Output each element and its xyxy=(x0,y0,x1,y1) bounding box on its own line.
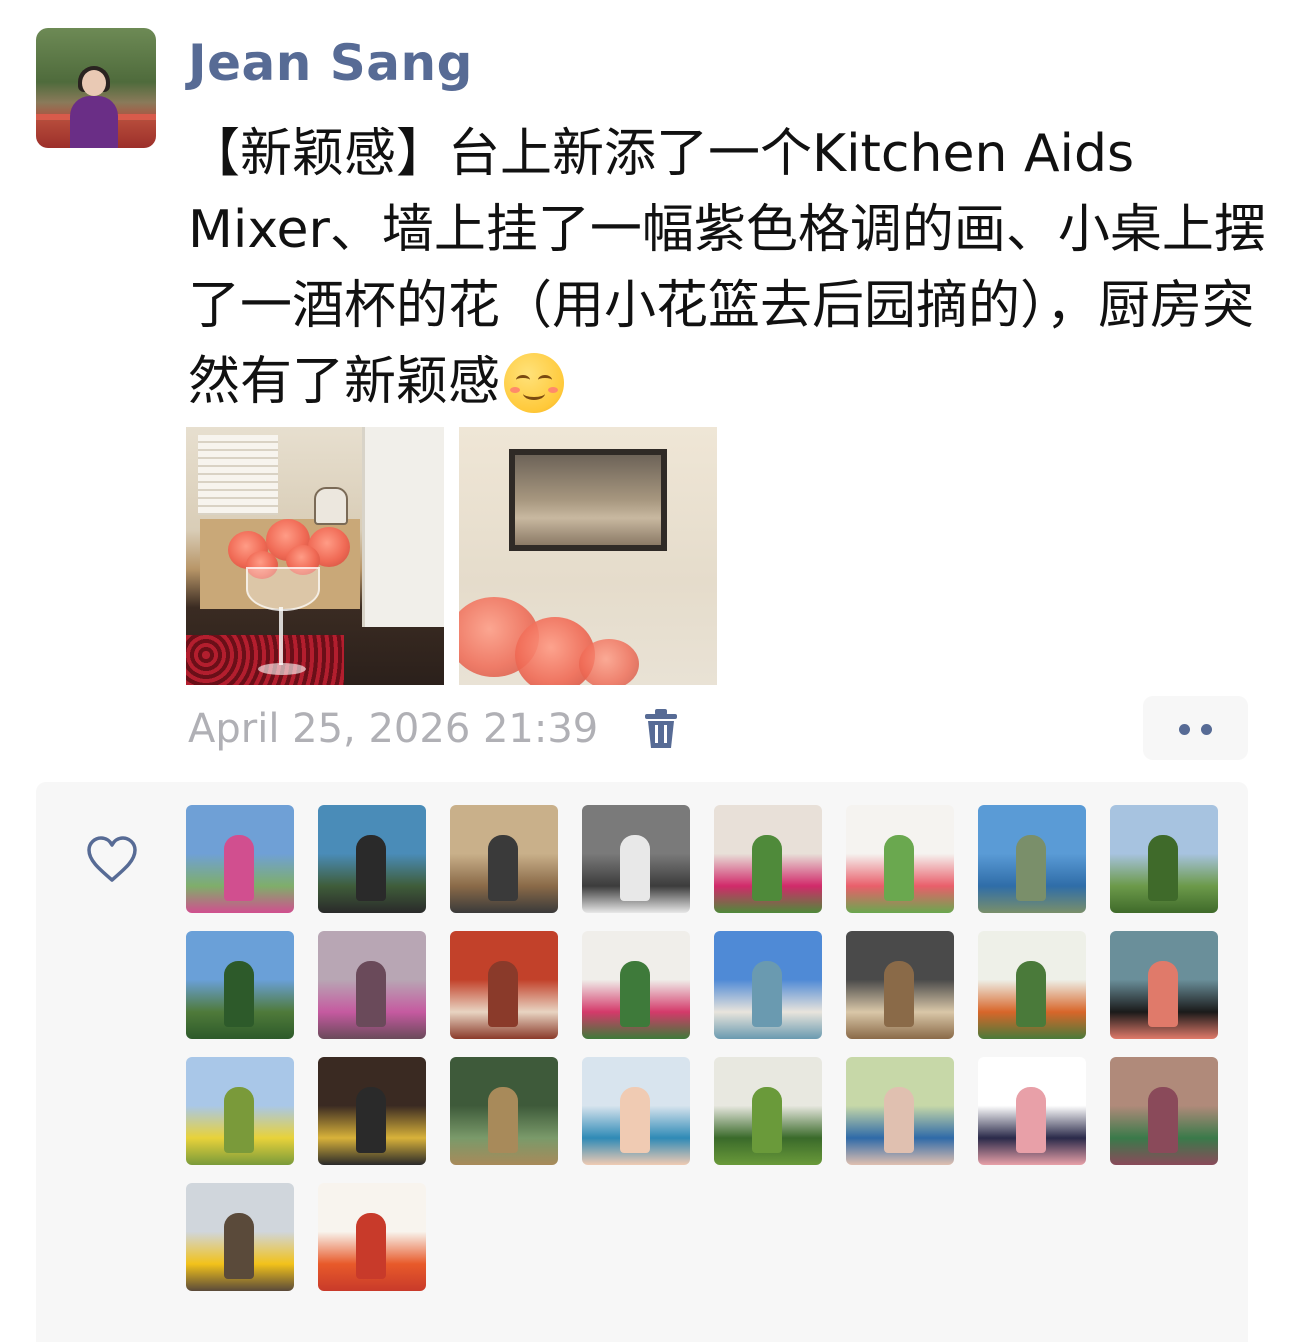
liker-figure xyxy=(752,835,782,901)
liker-figure xyxy=(224,961,254,1027)
liker-figure xyxy=(224,1087,254,1153)
liker-figure xyxy=(620,1087,650,1153)
liker-avatar-ballet-dancer[interactable] xyxy=(582,805,690,913)
liker-avatar-coastal-road[interactable] xyxy=(978,805,1086,913)
liker-figure xyxy=(1148,835,1178,901)
liker-avatar-lake-house-portrait[interactable] xyxy=(186,805,294,913)
liker-figure xyxy=(356,1213,386,1279)
trash-icon[interactable] xyxy=(644,708,678,750)
post-text: 【新颖感】台上新添了一个Kitchen Aids Mixer、墙上挂了一幅紫色格… xyxy=(188,116,1268,420)
liker-avatar-woman-yellow-jacket[interactable] xyxy=(186,1183,294,1291)
liker-avatar-lakeside-woman-portrait[interactable] xyxy=(318,805,426,913)
liker-avatar-woman-green-top-blossoms[interactable] xyxy=(1110,1057,1218,1165)
liker-figure xyxy=(752,1087,782,1153)
liker-avatar-pink-hibiscus[interactable] xyxy=(714,805,822,913)
liker-figure xyxy=(884,835,914,901)
author-avatar[interactable] xyxy=(36,28,156,148)
liker-figure xyxy=(1016,961,1046,1027)
liker-avatar-woman-blue-hat[interactable] xyxy=(846,1057,954,1165)
liker-avatar-park-path[interactable] xyxy=(1110,805,1218,913)
liker-figure xyxy=(488,961,518,1027)
liker-avatar-dinner-table[interactable] xyxy=(846,931,954,1039)
liker-figure xyxy=(884,961,914,1027)
liker-figure xyxy=(1016,835,1046,901)
liker-avatar-woman-blue-portrait[interactable] xyxy=(582,1057,690,1165)
liker-figure xyxy=(356,835,386,901)
liker-figure xyxy=(1148,1087,1178,1153)
liker-figure xyxy=(224,1213,254,1279)
liker-figure xyxy=(1016,1087,1046,1153)
more-dots-icon[interactable] xyxy=(1143,696,1248,760)
post-photo-2[interactable] xyxy=(459,427,717,685)
liker-figure xyxy=(224,835,254,901)
liker-figure xyxy=(620,961,650,1027)
liker-avatar-magnolia-blossoms[interactable] xyxy=(318,931,426,1039)
liker-avatar-green-field-sky[interactable] xyxy=(186,931,294,1039)
liker-figure xyxy=(356,1087,386,1153)
liker-avatar-potted-pink-flowers[interactable] xyxy=(582,931,690,1039)
liker-avatar-canola-field-woman[interactable] xyxy=(186,1057,294,1165)
liker-figure xyxy=(884,1087,914,1153)
heart-icon[interactable] xyxy=(86,834,138,884)
smiling-face-icon xyxy=(504,353,565,413)
liker-figure xyxy=(356,961,386,1027)
liker-figure xyxy=(752,961,782,1027)
liker-figure xyxy=(1148,961,1178,1027)
liker-avatar-stone-archway[interactable] xyxy=(450,805,558,913)
liker-avatar-man-with-beer[interactable] xyxy=(318,1057,426,1165)
liker-avatar-black-cat-flowers[interactable] xyxy=(1110,931,1218,1039)
liker-avatar-houseplant[interactable] xyxy=(714,1057,822,1165)
liker-avatar-beach-sea[interactable] xyxy=(714,931,822,1039)
liker-avatar-garden-planter[interactable] xyxy=(450,1057,558,1165)
liker-figure xyxy=(620,835,650,901)
liker-figure xyxy=(488,835,518,901)
liker-avatar-cartoon-boy-flag[interactable] xyxy=(318,1183,426,1291)
liker-avatar-cartoon-woman-glasses[interactable] xyxy=(978,1057,1086,1165)
liker-avatar-orange-berries-tree[interactable] xyxy=(978,931,1086,1039)
post-photo-1[interactable] xyxy=(186,427,444,685)
post-text-content: 【新颖感】台上新添了一个Kitchen Aids Mixer、墙上挂了一幅紫色格… xyxy=(188,124,1266,412)
liker-avatar-pink-flowers-leaves[interactable] xyxy=(846,805,954,913)
liker-figure xyxy=(488,1087,518,1153)
author-name[interactable]: Jean Sang xyxy=(188,34,473,92)
post-timestamp: April 25, 2026 21:39 xyxy=(188,706,599,752)
liker-avatar-woman-red-background[interactable] xyxy=(450,931,558,1039)
